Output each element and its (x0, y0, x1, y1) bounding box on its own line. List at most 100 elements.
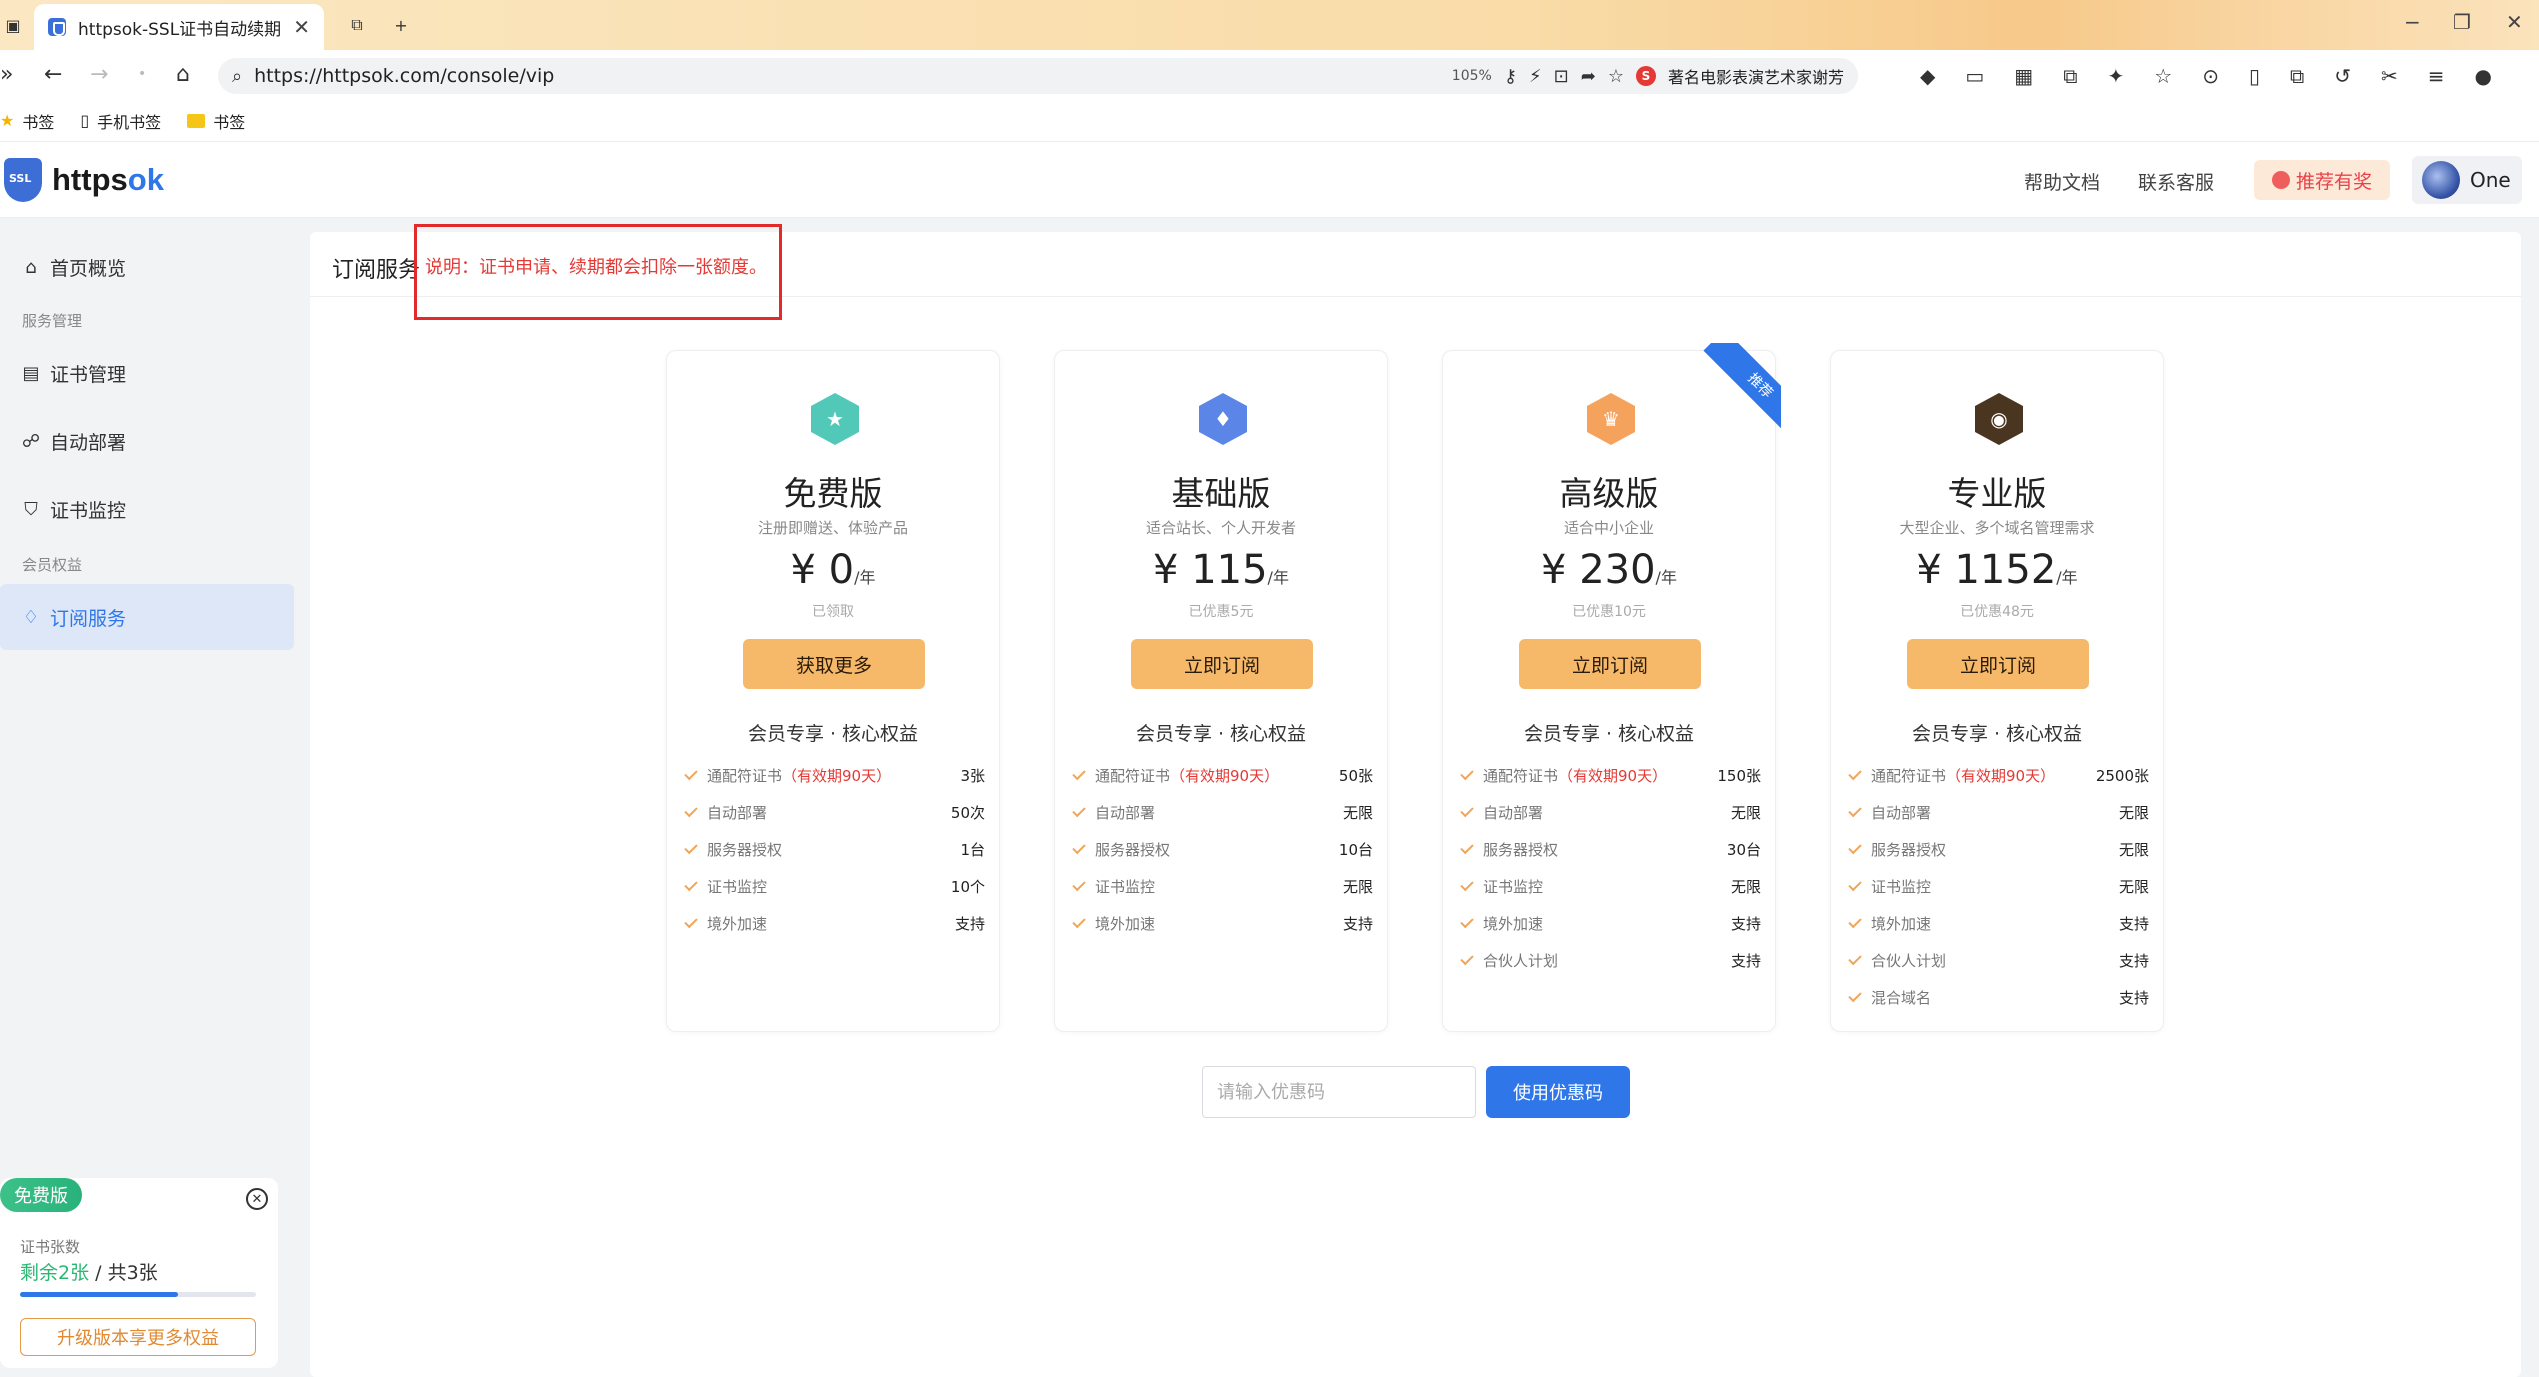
screenshot-icon[interactable]: ⊡ (1554, 66, 1569, 87)
bookmark-star-icon[interactable]: ☆ (2154, 64, 2172, 88)
tab-group-icon[interactable]: ⧉ (344, 12, 370, 38)
new-tab-icon[interactable]: + (388, 12, 414, 38)
referral-reward-button[interactable]: 推荐有奖 (2254, 160, 2390, 200)
subscribe-button[interactable]: 立即订阅 (1519, 639, 1701, 689)
check-icon (1072, 877, 1086, 892)
plan-discount-note: 已优惠48元 (1960, 604, 2034, 620)
user-menu[interactable]: One (2412, 156, 2522, 204)
apply-coupon-button[interactable]: 使用优惠码 (1486, 1066, 1630, 1118)
extension-toolbar: ◆ ▭ ▦ ⧉ ✦ ☆ ⊙ ▯ ⧉ ↺ ✂ ≡ ● (1920, 64, 2492, 88)
help-docs-link[interactable]: 帮助文档 (2024, 168, 2100, 195)
star-icon: ★ (811, 393, 859, 445)
forward-icon[interactable]: → (90, 62, 108, 87)
benefit-row: 证书监控 无限 (1071, 868, 1373, 905)
plan-discount-note: 已优惠5元 (1188, 604, 1254, 620)
check-icon (1072, 840, 1086, 855)
benefit-value: 1台 (960, 841, 985, 859)
check-icon (1848, 951, 1862, 966)
close-window-icon[interactable]: ✕ (2506, 10, 2523, 34)
bookmark-item[interactable]: ▯ 手机书签 (80, 109, 161, 133)
diamond-icon: ♢ (22, 606, 40, 628)
benefit-value: 支持 (2118, 989, 2149, 1007)
current-plan-card: 免费版 ✕ 证书张数 剩余2张 / 共3张 升级版本享更多权益 (0, 1178, 278, 1368)
sidebar-item-cert-manage[interactable]: ▤ 证书管理 (0, 340, 294, 406)
benefit-list: 通配符证书（有效期90天） 3张 自动部署 50次 服务器授权 1台 证书监控 … (683, 757, 985, 942)
copy-icon[interactable]: ⧉ (2290, 64, 2304, 88)
extension-icon[interactable]: ◆ (1920, 64, 1935, 88)
bookmark-item[interactable]: 书签 (187, 109, 245, 133)
phone-icon[interactable]: ▯ (2249, 64, 2260, 88)
expand-icon[interactable]: » (0, 62, 13, 87)
browser-tabbar: ▣ httpsok-SSL证书自动续期 ✕ ⧉ + − ❐ ✕ (0, 0, 2539, 50)
download-icon[interactable]: ⊙ (2202, 64, 2219, 88)
cert-count: 剩余2张 / 共3张 (20, 1262, 158, 1284)
sidebar-item-subscription[interactable]: ♢ 订阅服务 (0, 584, 294, 650)
share-icon[interactable]: ➦ (1581, 66, 1596, 87)
check-icon (1848, 914, 1862, 929)
profile-icon[interactable]: ● (2475, 64, 2492, 88)
scissors-icon[interactable]: ✂ (2381, 64, 2398, 88)
zoom-level[interactable]: 105% (1452, 68, 1492, 84)
benefit-label: 混合域名 (1871, 989, 1932, 1007)
plan-description: 适合站长、个人开发者 (1145, 519, 1296, 537)
benefit-label: 自动部署 (1483, 804, 1544, 822)
benefit-value: 支持 (1730, 952, 1761, 970)
benefit-label: 境外加速 (1871, 915, 1932, 933)
sidebar-toggle-icon[interactable]: ▣ (0, 12, 26, 38)
sidebar-item-auto-deploy[interactable]: ☍ 自动部署 (0, 408, 294, 474)
plan-description: 大型企业、多个域名管理需求 (1899, 519, 2095, 537)
translate-icon[interactable]: ⧉ (2063, 64, 2077, 88)
benefit-row: 境外加速 支持 (683, 905, 985, 942)
key-icon[interactable]: ⚷ (1504, 66, 1517, 87)
subscribe-button[interactable]: 获取更多 (743, 639, 925, 689)
shield-icon: SSL (4, 158, 42, 202)
benefit-value: 50张 (1338, 767, 1373, 785)
contact-support-link[interactable]: 联系客服 (2138, 168, 2214, 195)
lion-icon: ◉ (1975, 393, 2023, 445)
benefit-label: 证书监控 (707, 878, 768, 896)
check-icon (1460, 914, 1474, 929)
close-icon[interactable]: ✕ (246, 1188, 268, 1210)
benefit-row: 自动部署 无限 (1459, 794, 1761, 831)
benefit-row: 自动部署 无限 (1847, 794, 2149, 831)
menu-icon[interactable]: ≡ (2428, 64, 2445, 88)
benefit-row: 混合域名 支持 (1847, 979, 2149, 1016)
subscribe-button[interactable]: 立即订阅 (1907, 639, 2089, 689)
check-icon (1072, 803, 1086, 818)
reload-icon[interactable]: • (138, 66, 146, 82)
back-icon[interactable]: ← (44, 62, 62, 87)
shield-check-icon: ⛉ (24, 498, 38, 520)
minimize-icon[interactable]: − (2404, 10, 2421, 34)
history-icon[interactable]: ↺ (2334, 64, 2351, 88)
benefit-row: 通配符证书（有效期90天） 50张 (1071, 757, 1373, 794)
benefit-value: 无限 (1342, 878, 1373, 896)
sidebar-item-home[interactable]: ⌂ 首页概览 (0, 234, 294, 300)
sidebar-item-cert-monitor[interactable]: ⛉ 证书监控 (0, 476, 294, 542)
puzzle-icon[interactable]: ✦ (2107, 64, 2124, 88)
benefit-value: 支持 (2118, 915, 2149, 933)
search-icon: ⌕ (232, 65, 243, 87)
benefit-value: 支持 (954, 915, 985, 933)
coupon-input[interactable] (1202, 1066, 1476, 1118)
restore-icon[interactable]: ❐ (2453, 10, 2471, 34)
star-icon[interactable]: ☆ (1608, 66, 1624, 87)
folder-icon[interactable]: ▭ (1965, 64, 1984, 88)
benefit-list: 通配符证书（有效期90天） 2500张 自动部署 无限 服务器授权 无限 证书监… (1847, 757, 2149, 1016)
news-ticker[interactable]: 著名电影表演艺术家谢芳 (1668, 64, 1844, 88)
bookmark-item[interactable]: ★ 书签 (0, 109, 54, 133)
browser-tab[interactable]: httpsok-SSL证书自动续期 ✕ (34, 4, 324, 50)
upgrade-button[interactable]: 升级版本享更多权益 (20, 1318, 256, 1356)
close-icon[interactable]: ✕ (293, 15, 310, 39)
logo[interactable]: SSL httpsok (4, 158, 164, 202)
chart-icon[interactable]: ▦ (2014, 64, 2033, 88)
check-icon (1460, 766, 1474, 781)
url-field[interactable]: ⌕ https://httpsok.com/console/vip 105% ⚷… (218, 58, 1858, 94)
lightning-icon[interactable]: ⚡ (1529, 66, 1542, 87)
subscribe-button[interactable]: 立即订阅 (1131, 639, 1313, 689)
benefit-value: 支持 (1342, 915, 1373, 933)
home-icon[interactable]: ⌂ (176, 62, 190, 87)
benefit-row: 证书监控 10个 (683, 868, 985, 905)
benefit-label: 自动部署 (1095, 804, 1156, 822)
benefit-label: 合伙人计划 (1871, 952, 1947, 970)
check-icon (1072, 914, 1086, 929)
